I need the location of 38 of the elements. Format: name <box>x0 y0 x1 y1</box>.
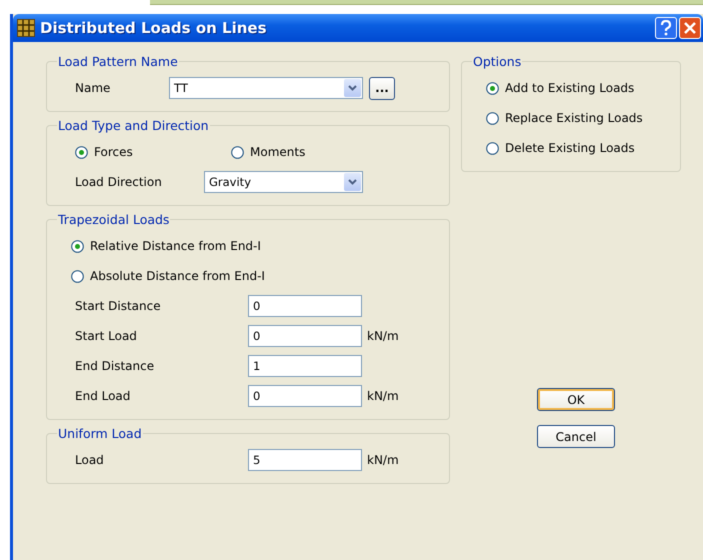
browse-button[interactable]: ... <box>369 76 395 100</box>
group-title: Options <box>472 54 522 69</box>
group-title: Trapezoidal Loads <box>57 212 170 227</box>
window-title: Distributed Loads on Lines <box>40 19 268 37</box>
unit-label: kN/m <box>367 453 399 467</box>
dropdown[interactable]: TT <box>169 77 363 99</box>
unit-label: kN/m <box>367 389 399 403</box>
group-title: Load Type and Direction <box>57 118 210 133</box>
radio-button[interactable]: Delete Existing Loads <box>486 133 680 163</box>
group-title: Load Pattern Name <box>57 54 179 69</box>
input-field[interactable]: 0 <box>248 325 362 347</box>
field-label: Load Direction <box>75 175 163 189</box>
close-button[interactable] <box>679 17 701 39</box>
radio-button[interactable]: Forces <box>75 137 231 167</box>
cancel-button[interactable]: Cancel <box>537 425 615 448</box>
close-icon <box>683 21 697 35</box>
input-field[interactable]: 0 <box>248 385 362 407</box>
input-field[interactable]: 5 <box>248 449 362 471</box>
field-label: End Load <box>75 389 132 403</box>
field-label: Start Distance <box>75 299 162 313</box>
radio-button[interactable]: Add to Existing Loads <box>486 73 680 103</box>
field-label: End Distance <box>75 359 156 373</box>
field-label: Start Load <box>75 329 138 343</box>
help-icon <box>660 20 672 36</box>
dropdown[interactable]: Gravity <box>204 171 363 193</box>
field-label: Name <box>75 81 112 95</box>
help-button[interactable] <box>655 17 677 39</box>
radio-button[interactable]: Relative Distance from End-I <box>71 231 449 261</box>
grid-icon <box>17 19 35 37</box>
unit-label: kN/m <box>367 329 399 343</box>
radio-button[interactable]: Replace Existing Loads <box>486 103 680 133</box>
group-title: Uniform Load <box>57 426 143 441</box>
radio-button[interactable]: Moments <box>231 137 387 167</box>
field-label: Load <box>75 453 105 467</box>
radio-button[interactable]: Absolute Distance from End-I <box>71 261 449 291</box>
ok-button[interactable]: OK <box>537 388 615 411</box>
input-field[interactable]: 0 <box>248 295 362 317</box>
input-field[interactable]: 1 <box>248 355 362 377</box>
